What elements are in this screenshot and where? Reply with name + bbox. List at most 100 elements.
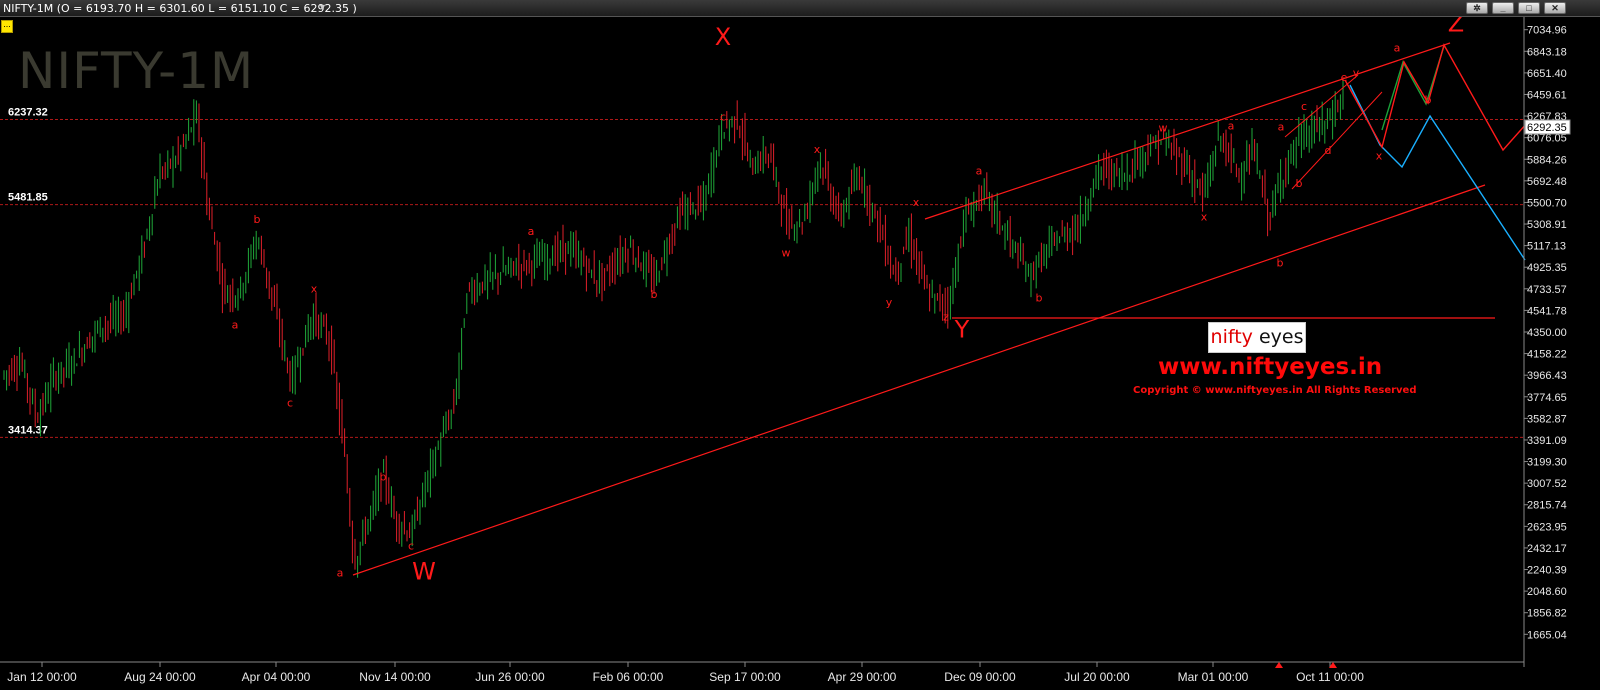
wave-label: x (311, 283, 318, 296)
y-tick-label: 6651.40 (1527, 68, 1567, 80)
wave-label: e (1341, 71, 1348, 84)
y-tick-label: 2432.17 (1527, 543, 1567, 555)
x-tick-label: Dec 09 00:00 (944, 670, 1016, 684)
y-tick-label: 2048.60 (1527, 586, 1567, 598)
wave-label: w (1159, 122, 1168, 135)
y-tick-label: 2240.39 (1527, 565, 1567, 577)
x-tick-label: Jan 12 00:00 (7, 670, 77, 684)
y-tick-label: 5884.26 (1527, 154, 1567, 166)
y-tick-label: 5308.91 (1527, 219, 1567, 231)
y-tick-label: 3199.30 (1527, 457, 1567, 469)
y-tick-label: 1856.82 (1527, 608, 1567, 620)
wave-label: z (943, 311, 949, 324)
settings-icon[interactable]: ✲ (1466, 2, 1488, 14)
upper-channel-line (924, 42, 1451, 220)
y-tick-label: 2623.95 (1527, 521, 1567, 533)
wave-label: X (715, 23, 731, 51)
restore-icon[interactable]: □ (1518, 2, 1540, 14)
wave-label: a (1278, 120, 1285, 133)
wave-label: b (1036, 292, 1043, 305)
wave-label: b (1425, 93, 1432, 106)
projection-path-green (1381, 45, 1445, 131)
y-axis-ticks: 7034.966843.186651.406459.616267.836076.… (1524, 25, 1567, 641)
close-icon[interactable]: ✕ (1544, 2, 1566, 14)
y-tick-label: 6843.18 (1527, 46, 1567, 58)
y-tick-label: 1665.04 (1527, 629, 1567, 641)
y-tick-label: 3774.65 (1527, 392, 1567, 404)
wave-label: Y (954, 316, 970, 344)
brand-badge-word2: eyes (1252, 326, 1304, 348)
time-cursor-markers (1275, 662, 1337, 668)
level-label: 6237.32 (8, 107, 48, 119)
brand-badge-word1: nifty (1210, 326, 1253, 348)
wave-label: a (232, 319, 239, 332)
y-tick-label: 3007.52 (1527, 478, 1567, 490)
wave-label: a (528, 225, 535, 238)
y-tick-label: 6459.61 (1527, 89, 1567, 101)
x-tick-label: Mar 01 00:00 (1178, 670, 1249, 684)
wave-label: x (1201, 211, 1208, 224)
last-price-marker: 6292.35 (1524, 119, 1571, 135)
y-tick-label: 3391.09 (1527, 435, 1567, 447)
wave-label: x (814, 143, 821, 156)
level-label: 3414.37 (8, 424, 48, 436)
x-tick-label: Oct 11 00:00 (1296, 670, 1364, 684)
y-tick-label: 4350.00 (1527, 327, 1567, 339)
level-label: 5481.85 (8, 192, 48, 204)
wave-label: y (886, 296, 893, 309)
wave-label: b (1296, 177, 1303, 190)
candlestick-series (3, 79, 1344, 578)
x-tick-label: Aug 24 00:00 (124, 670, 196, 684)
wave-label: a (1394, 42, 1401, 55)
y-tick-label: 3582.87 (1527, 413, 1567, 425)
x-tick-label: Jun 26 00:00 (475, 670, 545, 684)
x-tick-label: Jul 20 00:00 (1064, 670, 1130, 684)
y-tick-label: 4541.78 (1527, 305, 1567, 317)
minimize-icon[interactable]: _ (1492, 2, 1514, 14)
wave-label: w (782, 247, 791, 260)
x-tick-label: Apr 04 00:00 (242, 670, 311, 684)
wave-label: a (1228, 119, 1235, 132)
projection-path-blue (1349, 84, 1526, 261)
wave-label: a (976, 164, 983, 177)
x-tick-label: Sep 17 00:00 (709, 670, 781, 684)
x-axis-ticks: Jan 12 00:00 Aug 24 00:00 Apr 04 00:00 Nov … (7, 662, 1364, 684)
title-dropdown-icon[interactable]: ▼ (318, 2, 327, 12)
wave-label: d (1325, 144, 1332, 157)
wave-label: b (1277, 257, 1284, 270)
wave-labels: XWYZbaxcbcaabcxwxyzabwxabacbde yxab (232, 17, 1465, 586)
copyright-notice: Copyright © www.niftyeyes.in All Rights … (1133, 385, 1417, 396)
wave-label: c (720, 110, 726, 123)
wave-label: x (913, 196, 920, 209)
lower-channel-line (352, 184, 1486, 576)
wave-label: Z (1448, 17, 1464, 37)
last-price-label: 6292.35 (1527, 122, 1567, 134)
x-tick-label: Feb 06 00:00 (593, 670, 664, 684)
wave-label: b (651, 288, 658, 301)
y-tick-label: 7034.96 (1527, 25, 1567, 37)
brand-badge: nifty eyes (1208, 322, 1306, 353)
y-tick-label: 4158.22 (1527, 349, 1567, 361)
wave-label: a (337, 566, 344, 579)
y-tick-label: 4733.57 (1527, 284, 1567, 296)
wave-label: x (1376, 150, 1383, 163)
window-titlebar: NIFTY-1M (O = 6193.70 H = 6301.60 L = 61… (0, 0, 1600, 17)
brand-website[interactable]: www.niftyeyes.in (1158, 354, 1382, 380)
y-tick-label: 5692.48 (1527, 176, 1567, 188)
wave-label: y (1353, 66, 1360, 79)
y-tick-label: 5500.70 (1527, 197, 1567, 209)
y-tick-label: 3966.43 (1527, 370, 1567, 382)
trendlines (352, 42, 1495, 576)
wave-label: c (408, 539, 414, 552)
wave-label: b (254, 213, 261, 226)
wave-label: W (412, 558, 436, 586)
wave-label: c (1301, 100, 1307, 113)
projection-path-red (1344, 43, 1528, 152)
x-tick-label: Nov 14 00:00 (359, 670, 431, 684)
projection-paths (1344, 43, 1528, 261)
wave-label: c (287, 396, 293, 409)
y-tick-label: 5117.13 (1527, 241, 1566, 253)
wave-label: b (380, 471, 387, 484)
x-tick-label: Apr 29 00:00 (828, 670, 897, 684)
y-tick-label: 4925.35 (1527, 262, 1567, 274)
